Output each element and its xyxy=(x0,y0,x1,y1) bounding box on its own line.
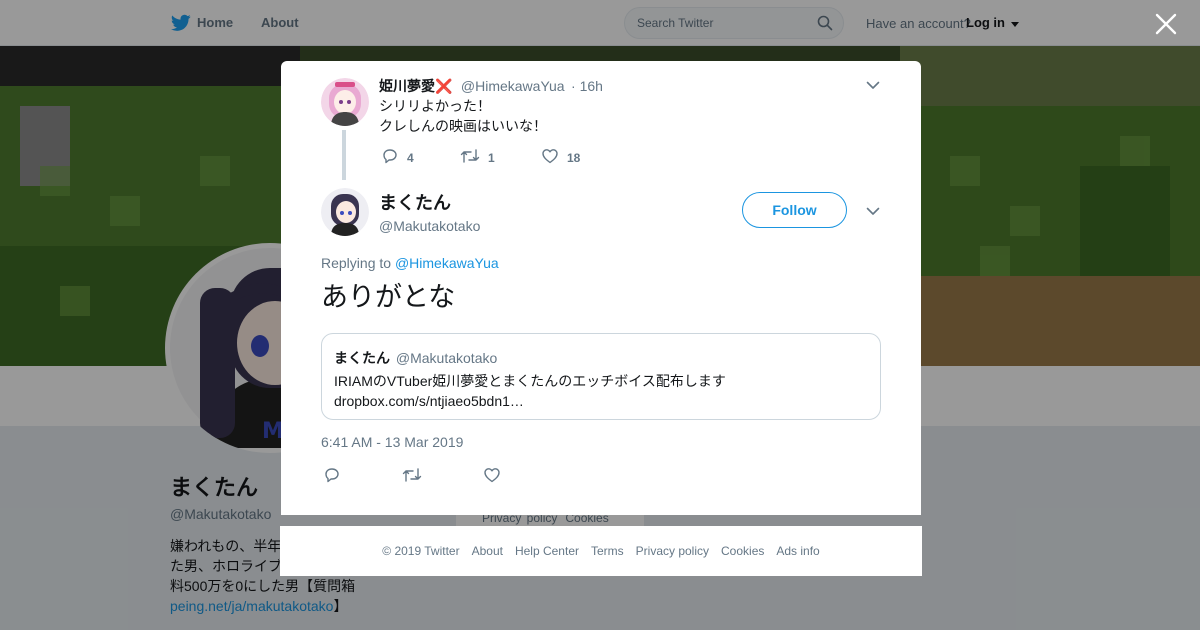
quoted-tweet[interactable]: まくたん @Makutakotako IRIAMのVTuber姫川夢愛とまくたん… xyxy=(321,333,881,420)
retweet-count: 1 xyxy=(488,150,495,165)
chevron-down-icon[interactable] xyxy=(865,77,881,93)
tweet-permalink-modal: 姫川夢愛❌ @HimekawaYua · 16h シリリよかった！ クレしんの映… xyxy=(281,61,921,515)
thread-connector xyxy=(342,130,346,180)
tweet-author-handle[interactable]: @HimekawaYua xyxy=(461,78,565,94)
quoted-author-handle: @Makutakotako xyxy=(395,350,498,366)
tweet-time[interactable]: · 16h xyxy=(571,78,603,94)
tweet-text-line: シリリよかった！ xyxy=(379,98,491,114)
retweet-icon xyxy=(460,147,480,168)
replying-handle-link[interactable]: @HimekawaYua xyxy=(395,255,499,271)
like-icon xyxy=(541,147,559,168)
like-button[interactable]: 18 xyxy=(541,147,580,168)
retweet-icon xyxy=(402,466,422,487)
reply-button[interactable]: 4 xyxy=(381,147,414,168)
like-icon xyxy=(483,466,501,487)
reply-icon xyxy=(323,466,341,487)
tweet-text-line: クレしんの映画はいいな！ xyxy=(379,118,547,134)
tweet-text: シリリよかった！ クレしんの映画はいいな！ xyxy=(379,96,547,136)
retweet-button[interactable] xyxy=(402,466,422,487)
footer-link-about[interactable]: About xyxy=(472,544,503,558)
like-button[interactable] xyxy=(483,466,501,487)
footer-link-privacy-policy[interactable]: Privacy policy xyxy=(636,544,709,558)
quoted-tweet-link: dropbox.com/s/ntjiaeo5bdn1… xyxy=(334,393,524,409)
reply-count: 4 xyxy=(407,150,414,165)
chevron-down-icon[interactable] xyxy=(865,203,881,219)
tweet-header: 姫川夢愛❌ @HimekawaYua · 16h xyxy=(379,76,603,96)
footer-link-terms[interactable]: Terms xyxy=(591,544,624,558)
main-tweet-text: ありがとな xyxy=(321,282,456,312)
tweet-author-name: まくたん xyxy=(379,193,451,213)
avatar[interactable] xyxy=(321,78,369,126)
tweet-author-name[interactable]: 姫川夢愛 xyxy=(379,78,435,94)
footer-copyright: © 2019 Twitter xyxy=(382,544,460,558)
reply-icon xyxy=(381,147,399,168)
replying-to: Replying to @HimekawaYua xyxy=(321,255,499,271)
footer-link-help-center[interactable]: Help Center xyxy=(515,544,579,558)
quoted-tweet-header: まくたん @Makutakotako xyxy=(334,348,868,368)
reply-button[interactable] xyxy=(323,466,341,487)
retweet-button[interactable]: 1 xyxy=(460,147,495,168)
footer-link-ads-info[interactable]: Ads info xyxy=(776,544,819,558)
follow-button[interactable]: Follow xyxy=(742,192,847,228)
modal-footer: © 2019 Twitter About Help Center Terms P… xyxy=(280,526,922,576)
footer-link-cookies[interactable]: Cookies xyxy=(721,544,764,558)
cross-mark-emoji: ❌ xyxy=(435,78,453,94)
main-tweet-author[interactable]: まくたん @Makutakotako xyxy=(379,189,480,234)
like-count: 18 xyxy=(567,150,581,165)
quoted-author-name: まくたん xyxy=(334,350,390,366)
quoted-tweet-text: IRIAMのVTuber姫川夢愛とまくたんのエッチボイス配布します xyxy=(334,373,726,389)
avatar[interactable] xyxy=(321,188,369,236)
tweet-author-handle: @Makutakotako xyxy=(379,218,481,234)
replying-prefix: Replying to xyxy=(321,255,392,271)
tweet-timestamp[interactable]: 6:41 AM - 13 Mar 2019 xyxy=(321,434,463,450)
close-icon[interactable] xyxy=(1154,12,1178,36)
